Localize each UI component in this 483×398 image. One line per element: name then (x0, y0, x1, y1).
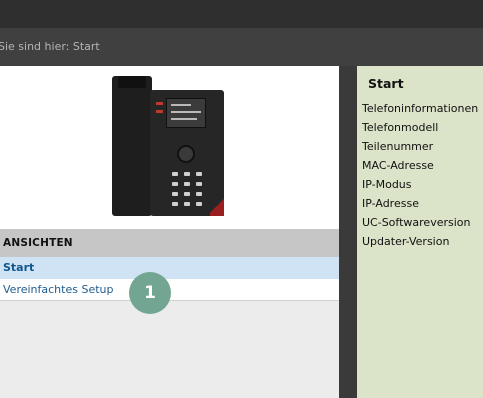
info-item-updater-version: Updater-Version (362, 235, 450, 248)
info-item-ip-address: IP-Adresse (362, 197, 419, 210)
left-panel: ANSICHTEN Start Vereinfachtes Setup (0, 66, 339, 398)
info-item-part-number: Teilenummer (362, 140, 434, 153)
info-panel-title: Start (368, 76, 404, 91)
views-header-label: ANSICHTEN (3, 237, 73, 249)
phone-body (150, 90, 224, 216)
info-item-phone-model: Telefonmodell (362, 121, 439, 134)
top-bar (0, 0, 483, 28)
desk-phone-image (112, 76, 224, 216)
phone-screen (166, 98, 206, 128)
info-panel-list: Telefoninformationen Telefonmodell Teile… (362, 101, 478, 253)
step-number-badge: 1 (129, 272, 171, 314)
views-item-simplified-setup-label: Vereinfachtes Setup (3, 283, 114, 296)
info-item-mac-address: MAC-Adresse (362, 159, 434, 172)
views-header: ANSICHTEN (0, 229, 339, 257)
phone-nav-ring (177, 145, 195, 163)
info-item-ip-mode: IP-Modus (362, 178, 412, 191)
info-panel: Start Telefoninformationen Telefonmodell… (357, 66, 483, 398)
views-item-start[interactable]: Start (0, 257, 339, 279)
views-item-start-label: Start (3, 261, 35, 274)
phone-image-area (0, 66, 339, 229)
phone-handset (112, 76, 152, 216)
info-item-uc-software-version: UC-Softwareversion (362, 216, 471, 229)
breadcrumb: Sie sind hier: Start (0, 40, 100, 53)
info-item-phone-information: Telefoninformationen (362, 102, 479, 115)
